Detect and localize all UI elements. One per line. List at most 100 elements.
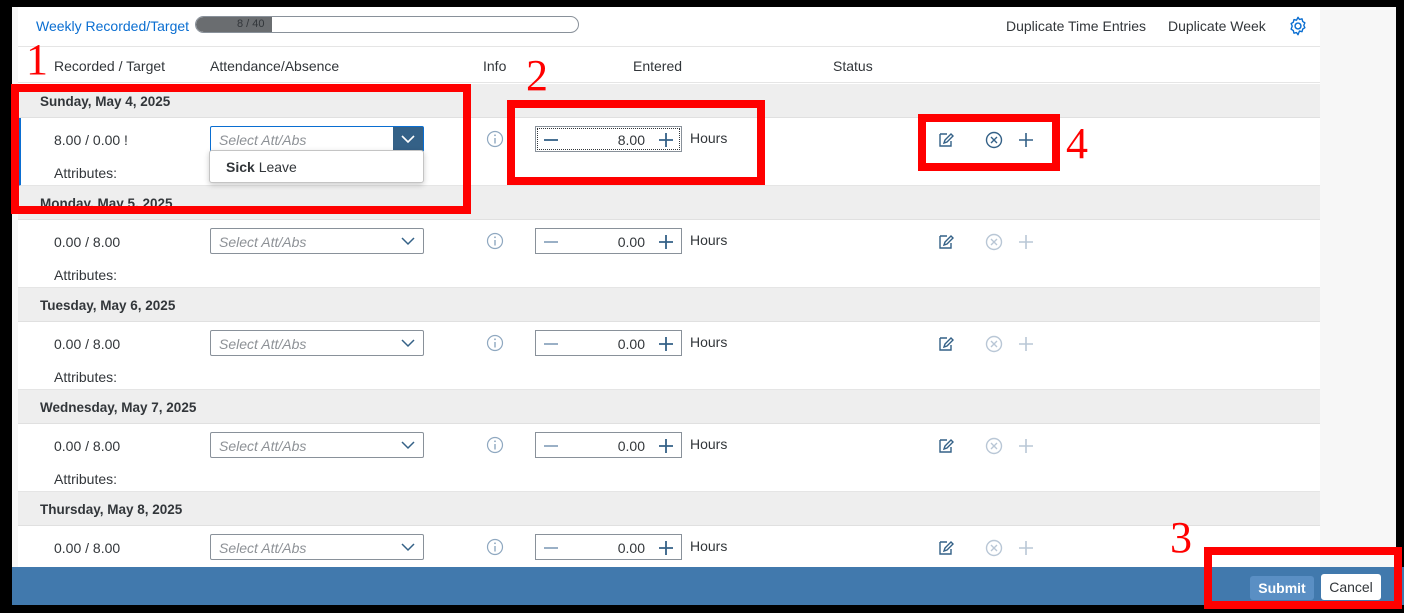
option-match-text: Sick bbox=[226, 159, 255, 175]
col-info: Info bbox=[483, 58, 507, 74]
att-abs-dropdown: Sick Leave bbox=[209, 150, 424, 183]
day-header: Thursday, May 8, 2025 bbox=[18, 492, 1320, 526]
info-icon[interactable] bbox=[486, 538, 504, 556]
recorded-target-value: 0.00 / 8.00 bbox=[54, 438, 121, 454]
hours-stepper[interactable]: 0.00 bbox=[535, 228, 682, 254]
attributes-label: Attributes: bbox=[54, 267, 118, 283]
day-row-monday: 0.00 / 8.00 Attributes: Select Att/Abs 0… bbox=[18, 220, 1320, 288]
cancel-button[interactable]: Cancel bbox=[1321, 574, 1381, 600]
att-abs-select[interactable]: Select Att/Abs bbox=[210, 330, 424, 356]
edit-icon[interactable] bbox=[936, 130, 956, 150]
hours-value[interactable]: 0.00 bbox=[618, 336, 645, 352]
info-icon[interactable] bbox=[486, 232, 504, 250]
att-abs-select[interactable]: Select Att/Abs bbox=[210, 534, 424, 560]
col-attendance: Attendance/Absence bbox=[210, 58, 340, 74]
day-row-thursday: 0.00 / 8.00 Select Att/Abs 0.00 Hours bbox=[18, 526, 1320, 567]
hours-stepper[interactable]: 0.00 bbox=[535, 432, 682, 458]
hours-unit: Hours bbox=[690, 538, 728, 554]
weekly-recorded-link[interactable]: Weekly Recorded/Target bbox=[36, 18, 189, 34]
delete-icon[interactable] bbox=[984, 334, 1004, 354]
recorded-target-value: 0.00 / 8.00 bbox=[54, 540, 121, 556]
progress-text: 8 / 40 bbox=[237, 18, 265, 30]
select-placeholder: Select Att/Abs bbox=[219, 132, 307, 148]
select-placeholder: Select Att/Abs bbox=[219, 438, 307, 454]
select-placeholder: Select Att/Abs bbox=[219, 336, 307, 352]
delete-icon[interactable] bbox=[984, 130, 1004, 150]
hours-unit: Hours bbox=[690, 436, 728, 452]
duplicate-week-button[interactable]: Duplicate Week bbox=[1162, 13, 1272, 39]
add-entry-icon[interactable] bbox=[1016, 538, 1036, 558]
edit-icon[interactable] bbox=[936, 232, 956, 252]
minus-icon[interactable] bbox=[542, 131, 560, 149]
chevron-down-icon[interactable] bbox=[393, 229, 423, 253]
edit-icon[interactable] bbox=[936, 538, 956, 558]
info-icon[interactable] bbox=[486, 436, 504, 454]
edit-icon[interactable] bbox=[936, 334, 956, 354]
content-area: Weekly Recorded/Target 8 / 40 Duplicate … bbox=[12, 7, 1396, 567]
hours-stepper[interactable]: 8.00 bbox=[535, 126, 682, 152]
annotation-number-1: 1 bbox=[26, 35, 48, 84]
weekly-progress-bar: 8 / 40 bbox=[195, 16, 579, 33]
hours-value[interactable]: 0.00 bbox=[618, 234, 645, 250]
delete-icon[interactable] bbox=[984, 232, 1004, 252]
attributes-label: Attributes: bbox=[54, 165, 118, 181]
chevron-down-icon[interactable] bbox=[393, 127, 423, 151]
dropdown-option-sick-leave[interactable]: Sick Leave bbox=[226, 159, 297, 175]
plus-icon[interactable] bbox=[657, 335, 675, 353]
hours-value[interactable]: 0.00 bbox=[618, 540, 645, 556]
recorded-target-value: 0.00 / 8.00 bbox=[54, 234, 121, 250]
select-placeholder: Select Att/Abs bbox=[219, 540, 307, 556]
att-abs-select[interactable]: Select Att/Abs bbox=[210, 432, 424, 458]
day-header: Tuesday, May 6, 2025 bbox=[18, 288, 1320, 322]
add-entry-icon[interactable] bbox=[1016, 334, 1036, 354]
toolbar: Weekly Recorded/Target 8 / 40 Duplicate … bbox=[18, 7, 1320, 47]
col-recorded-target: Recorded / Target bbox=[54, 58, 166, 74]
chevron-down-icon[interactable] bbox=[393, 433, 423, 457]
plus-icon[interactable] bbox=[657, 131, 675, 149]
delete-icon[interactable] bbox=[984, 436, 1004, 456]
col-status: Status bbox=[833, 58, 873, 74]
hours-value[interactable]: 8.00 bbox=[618, 132, 645, 148]
info-icon[interactable] bbox=[486, 334, 504, 352]
recorded-target-value: 8.00 / 0.00 ! bbox=[54, 132, 128, 148]
attributes-label: Attributes: bbox=[54, 471, 118, 487]
submit-button[interactable]: Submit bbox=[1250, 576, 1314, 600]
select-placeholder: Select Att/Abs bbox=[219, 234, 307, 250]
hours-stepper[interactable]: 0.00 bbox=[535, 330, 682, 356]
minus-icon[interactable] bbox=[542, 437, 560, 455]
day-date: Wednesday, May 7, 2025 bbox=[40, 400, 197, 415]
annotation-number-3: 3 bbox=[1170, 513, 1192, 562]
plus-icon[interactable] bbox=[657, 539, 675, 557]
duplicate-time-entries-button[interactable]: Duplicate Time Entries bbox=[1000, 13, 1153, 39]
column-headers: Recorded / Target Attendance/Absence Inf… bbox=[18, 47, 1320, 83]
add-entry-icon[interactable] bbox=[1016, 130, 1036, 150]
day-date: Sunday, May 4, 2025 bbox=[40, 94, 171, 109]
footer-bar: Submit Cancel bbox=[12, 567, 1404, 605]
info-icon[interactable] bbox=[486, 130, 504, 148]
col-entered: Entered bbox=[633, 58, 683, 74]
day-header: Sunday, May 4, 2025 bbox=[18, 84, 1320, 118]
att-abs-select[interactable]: Select Att/Abs bbox=[210, 126, 424, 152]
gear-icon[interactable] bbox=[1287, 15, 1309, 37]
minus-icon[interactable] bbox=[542, 539, 560, 557]
day-row-wednesday: 0.00 / 8.00 Attributes: Select Att/Abs 0… bbox=[18, 424, 1320, 492]
page: Weekly Recorded/Target 8 / 40 Duplicate … bbox=[0, 0, 1404, 613]
day-date: Monday, May 5, 2025 bbox=[40, 196, 173, 211]
day-header: Monday, May 5, 2025 bbox=[18, 186, 1320, 220]
day-date: Thursday, May 8, 2025 bbox=[40, 502, 183, 517]
add-entry-icon[interactable] bbox=[1016, 436, 1036, 456]
plus-icon[interactable] bbox=[657, 437, 675, 455]
chevron-down-icon[interactable] bbox=[393, 535, 423, 559]
att-abs-select[interactable]: Select Att/Abs bbox=[210, 228, 424, 254]
chevron-down-icon[interactable] bbox=[393, 331, 423, 355]
delete-icon[interactable] bbox=[984, 538, 1004, 558]
hours-unit: Hours bbox=[690, 232, 728, 248]
hours-value[interactable]: 0.00 bbox=[618, 438, 645, 454]
plus-icon[interactable] bbox=[657, 233, 675, 251]
add-entry-icon[interactable] bbox=[1016, 232, 1036, 252]
edit-icon[interactable] bbox=[936, 436, 956, 456]
hours-stepper[interactable]: 0.00 bbox=[535, 534, 682, 560]
minus-icon[interactable] bbox=[542, 335, 560, 353]
hours-unit: Hours bbox=[690, 334, 728, 350]
minus-icon[interactable] bbox=[542, 233, 560, 251]
